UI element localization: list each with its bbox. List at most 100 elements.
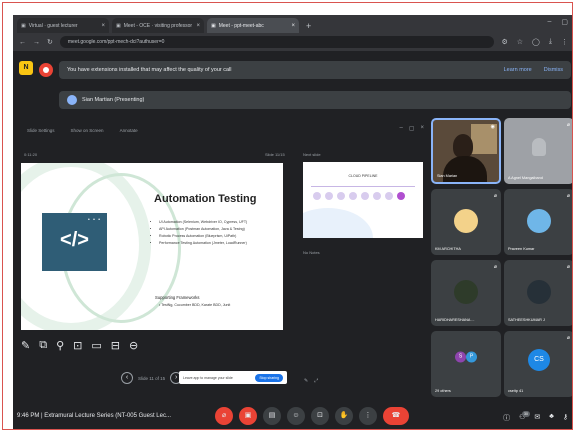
toolbar-item-2[interactable]: Show on Screen (71, 128, 104, 133)
meeting-info: 9:46 PM | Extramural Lecture Series (NT-… (17, 413, 171, 419)
call-buttons: ⌀ ▣ ▤ ☺ ⊡ ✋ ⋮ ☎ (215, 407, 409, 425)
annotation-tools: ✎ ⧉ ⚲ ⊡ ▭ ⊟ ⊖ (21, 339, 138, 352)
mic-off-icon: ⌀ (493, 264, 497, 270)
sharing-toast: Leave app to manage your slide Stop shar… (179, 371, 287, 384)
participant-tile[interactable]: ⌀ A Agnel Mangaiband (504, 118, 572, 184)
slide-subitem: • TestNg, Cucumber BDD, Karate BDD, Juni… (159, 303, 231, 307)
minimize-icon[interactable]: – (399, 125, 402, 132)
avatar (532, 138, 546, 156)
back-icon[interactable]: ← (19, 39, 26, 46)
prev-slide-button[interactable]: ‹ (121, 372, 133, 384)
maximize-icon[interactable]: ▢ (561, 18, 568, 26)
browser-tab-1[interactable]: ▣ Virtual · guest lecturer × (17, 18, 109, 33)
participant-tile[interactable]: ⌀ SATHEESHKUMAR J (504, 260, 572, 326)
activity-badge[interactable]: N (19, 61, 33, 75)
pen-icon[interactable]: ✎ (304, 378, 308, 384)
participant-tile[interactable]: ⌀ KM ARCHITHA (431, 189, 501, 255)
left-side-icons: N (19, 61, 41, 79)
next-slide-thumbnail[interactable]: CLOUD PIPELINE (303, 162, 423, 238)
slide-bullets: UI Automation (Selenium, Webdriver IO, C… (159, 220, 275, 248)
pen-icon[interactable]: ✎ (21, 339, 30, 352)
more-options-button[interactable]: ⋮ (359, 407, 377, 425)
meeting-controls-bar: 9:46 PM | Extramural Lecture Series (NT-… (13, 401, 572, 429)
mic-off-button[interactable]: ⌀ (215, 407, 233, 425)
subtitles-icon[interactable]: ⊟ (111, 339, 120, 352)
emoji-button[interactable]: ☺ (287, 407, 305, 425)
bookmark-icon[interactable]: ☆ (517, 38, 523, 46)
activities-icon[interactable]: ♣ (549, 413, 554, 423)
slide-title: Automation Testing (154, 193, 257, 205)
url-field[interactable]: meet.google.com/ppt-mech-dci?authuser=0 (59, 36, 495, 48)
participant-tile[interactable]: CS ⌀ cseitp 41 (504, 331, 572, 397)
browser-tab-2[interactable]: ▣ Meet - OCE · visiting professor × (112, 18, 204, 33)
presenter-avatar (67, 95, 77, 105)
mic-off-icon: ⌀ (566, 264, 570, 270)
code-symbol: </> (60, 229, 89, 251)
chat-icon[interactable]: ✉ (534, 413, 540, 423)
address-bar-row: ← → ↻ meet.google.com/ppt-mech-dci?authu… (13, 33, 572, 51)
code-illustration: • • • </> (42, 213, 107, 271)
mic-off-icon: ⌀ (566, 122, 570, 128)
browser-tab-3[interactable]: ▣ Meet - ppt-meet-abc × (207, 18, 299, 33)
captions-button[interactable]: ▤ (263, 407, 281, 425)
mic-icon: ◉ (490, 124, 495, 130)
zoom-icon[interactable]: ⚲ (56, 339, 64, 352)
presentation-area: Slide Settings Show on Screen Annotate –… (19, 115, 432, 393)
participant-tile[interactable]: ⌀ HARIDHARESHANA ... (431, 260, 501, 326)
participant-name: 29 others (435, 389, 451, 393)
participant-name: cseitp 41 (508, 389, 524, 393)
host-controls-icon[interactable]: ⚷ (563, 413, 568, 423)
toolbar-icons: ⚙ ☆ ◯ ⤓ ⋮ (501, 38, 568, 46)
expand-icon[interactable]: ▢ (409, 125, 415, 132)
screenshot-frame: ▣ Virtual · guest lecturer × ▣ Meet - OC… (2, 2, 573, 430)
reload-icon[interactable]: ↻ (47, 38, 53, 46)
present-button[interactable]: ⊡ (311, 407, 329, 425)
close-icon[interactable]: × (420, 125, 424, 132)
tab-favicon-icon: ▣ (116, 22, 121, 29)
recording-icon (39, 63, 53, 77)
bullet-item: UI Automation (Selenium, Webdriver IO, C… (159, 220, 275, 225)
tab-strip: ▣ Virtual · guest lecturer × ▣ Meet - OC… (13, 15, 572, 33)
side-panel-buttons: ⓘ ⚇ ✉ ♣ ⚷ (503, 413, 568, 423)
tab-label: Meet - ppt-meet-abc (218, 22, 264, 29)
participant-tile[interactable]: S P 29 others (431, 331, 501, 397)
close-tab-icon[interactable]: × (291, 23, 295, 29)
slide-decoration (303, 208, 373, 238)
menu-icon[interactable]: ⋮ (561, 38, 568, 46)
participant-tile[interactable]: ⌀ Praveen Kumar (504, 189, 572, 255)
screen-icon[interactable]: ▭ (91, 339, 101, 352)
avatar (527, 279, 551, 304)
bullet-item: Performance Testing Automation (Jmeter, … (159, 241, 275, 246)
browser-window: ▣ Virtual · guest lecturer × ▣ Meet - OC… (13, 15, 572, 429)
forward-icon[interactable]: → (33, 39, 40, 46)
window-controls: – ▢ (547, 18, 568, 26)
separator: | (41, 413, 43, 419)
presenter-icon[interactable]: ⊡ (73, 339, 82, 352)
profile-icon[interactable]: ◯ (532, 38, 540, 46)
download-icon[interactable]: ⤓ (549, 38, 552, 46)
toolbar-item-1[interactable]: Slide Settings (27, 128, 55, 133)
stop-sharing-button[interactable]: Stop sharing (255, 373, 283, 382)
speaker-notes: No Notes (303, 250, 320, 255)
learn-more-link[interactable]: Learn more (504, 67, 532, 73)
new-tab-icon[interactable]: + (302, 21, 315, 33)
resize-icon[interactable]: ⤢ (314, 378, 318, 384)
slide-subheading: Supporting Frameworks (155, 295, 200, 300)
close-tab-icon[interactable]: × (196, 23, 200, 29)
participant-tile[interactable]: ◉ Sian Marian (431, 118, 501, 184)
participant-body (443, 156, 487, 182)
leave-call-button[interactable]: ☎ (383, 407, 409, 425)
raise-hand-button[interactable]: ✋ (335, 407, 353, 425)
extensions-icon[interactable]: ⚙ (501, 38, 507, 46)
dismiss-button[interactable]: Dismiss (544, 67, 563, 73)
minimize-icon[interactable]: – (547, 18, 551, 26)
info-icon[interactable]: ⓘ (503, 413, 510, 423)
more-icon[interactable]: ⊖ (129, 339, 138, 352)
warning-text: You have extensions installed that may a… (67, 67, 232, 73)
copy-icon[interactable]: ⧉ (39, 339, 47, 352)
toolbar-item-3[interactable]: Annotate (120, 128, 138, 133)
close-tab-icon[interactable]: × (101, 23, 105, 29)
camera-off-button[interactable]: ▣ (239, 407, 257, 425)
mic-off-icon: ⌀ (566, 335, 570, 341)
next-slide-label: Next slide (303, 152, 321, 157)
